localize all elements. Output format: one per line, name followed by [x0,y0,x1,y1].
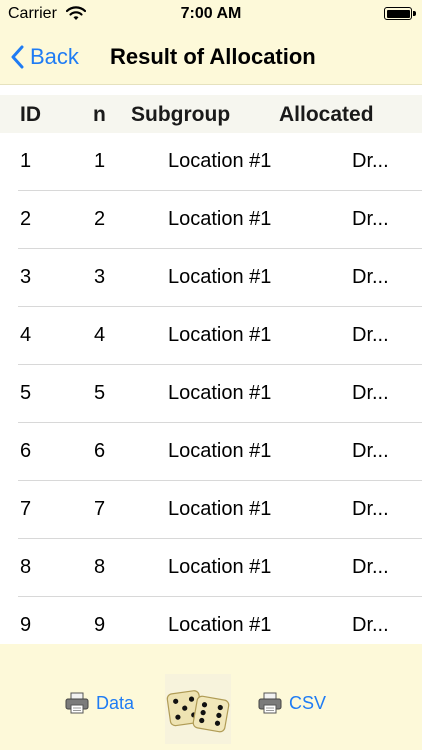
cell-allocated: Dr... [352,614,389,636]
table-row[interactable]: 7 7 Location #1 Dr... [0,481,422,539]
chevron-left-icon [11,45,24,69]
cell-id: 6 [20,440,32,462]
cell-allocated: Dr... [352,266,389,288]
cell-allocated: Dr... [352,324,389,346]
table-row[interactable]: 8 8 Location #1 Dr... [0,539,422,597]
csv-label: CSV [289,692,327,713]
cell-id: 2 [20,208,32,230]
back-button[interactable]: Back [10,42,79,72]
bottom-toolbar: Data CSV [0,644,422,750]
cell-n: 4 [94,324,106,346]
cell-subgroup: Location #1 [168,614,272,636]
cell-id: 5 [20,382,32,404]
table-row[interactable]: 5 5 Location #1 Dr... [0,365,422,423]
print-data-button[interactable]: Data [64,692,134,714]
cell-n: 5 [94,382,106,404]
print-csv-button[interactable]: CSV [257,692,326,714]
table-row[interactable]: 2 2 Location #1 Dr... [0,191,422,249]
table-row[interactable]: 1 1 Location #1 Dr... [0,133,422,191]
printer-icon [258,692,282,714]
column-header-allocated: Allocated [279,103,374,126]
cell-id: 3 [20,266,32,288]
cell-n: 9 [94,614,106,636]
table-row[interactable]: 9 9 Location #1 Dr... [0,597,422,643]
cell-allocated: Dr... [352,498,389,520]
battery-icon [384,7,416,20]
data-label: Data [96,692,135,713]
cell-n: 1 [94,150,106,172]
cell-allocated: Dr... [352,150,389,172]
cell-n: 2 [94,208,106,230]
printer-icon [65,692,89,714]
cell-id: 7 [20,498,32,520]
status-bar: Carrier 7:00 AM [0,0,422,30]
cell-allocated: Dr... [352,382,389,404]
cell-subgroup: Location #1 [168,556,272,578]
navigation-bar: Back Result of Allocation [0,30,422,85]
cell-subgroup: Location #1 [168,324,272,346]
table-row[interactable]: 4 4 Location #1 Dr... [0,307,422,365]
table-row[interactable]: 6 6 Location #1 Dr... [0,423,422,481]
cell-id: 8 [20,556,32,578]
back-label: Back [30,44,79,69]
cell-allocated: Dr... [352,208,389,230]
allocation-table[interactable]: 1 1 Location #1 Dr... 2 2 Location #1 Dr… [0,133,422,643]
column-header-id: ID [20,103,41,126]
cell-n: 3 [94,266,106,288]
cell-n: 8 [94,556,106,578]
cell-subgroup: Location #1 [168,266,272,288]
cell-subgroup: Location #1 [168,150,272,172]
table-header: ID n Subgroup Allocated [0,95,422,133]
cell-n: 6 [94,440,106,462]
column-header-n: n [93,103,106,126]
cell-n: 7 [94,498,106,520]
cell-allocated: Dr... [352,556,389,578]
cell-subgroup: Location #1 [168,498,272,520]
cell-id: 1 [20,150,32,172]
page-title: Result of Allocation [110,44,316,69]
cell-subgroup: Location #1 [168,440,272,462]
status-time: 7:00 AM [180,5,242,22]
cell-allocated: Dr... [352,440,389,462]
column-header-subgroup: Subgroup [131,103,231,126]
cell-subgroup: Location #1 [168,208,272,230]
table-row[interactable]: 3 3 Location #1 Dr... [0,249,422,307]
dice-button[interactable] [165,674,231,744]
dice-icon [166,690,230,733]
cell-id: 4 [20,324,32,346]
cell-id: 9 [20,614,32,636]
cell-subgroup: Location #1 [168,382,272,404]
